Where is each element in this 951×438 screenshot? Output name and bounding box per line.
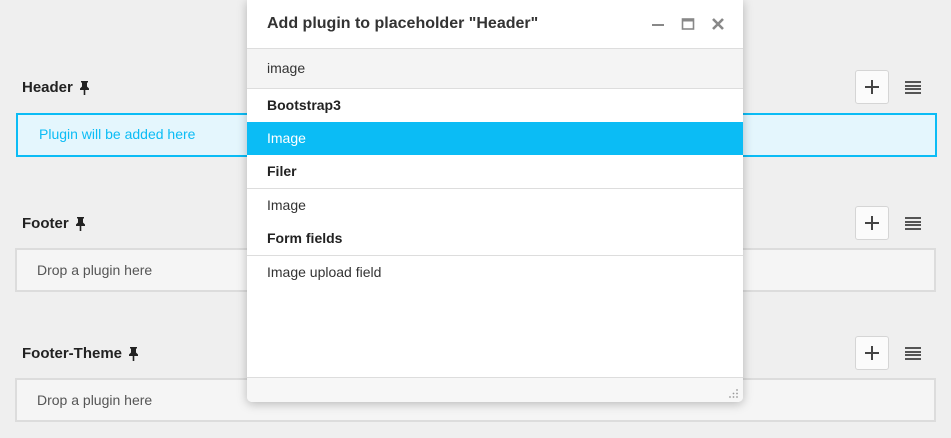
hamburger-menu-icon[interactable]	[905, 81, 921, 94]
plus-icon	[865, 216, 879, 230]
modal-footer	[247, 377, 743, 402]
plugin-item[interactable]: Image upload field	[247, 256, 743, 289]
close-icon[interactable]	[711, 17, 725, 31]
placeholder-title-footer-theme: Footer-Theme	[22, 345, 139, 362]
plugin-group-title: Filer	[267, 163, 297, 179]
plugin-search-input[interactable]	[247, 49, 727, 87]
placeholder-title-label: Header	[22, 79, 73, 96]
add-plugin-button[interactable]	[855, 336, 889, 370]
placeholder-title-label: Footer	[22, 215, 69, 232]
add-plugin-button[interactable]	[855, 206, 889, 240]
plugin-group-title: Form fields	[267, 230, 343, 246]
plus-icon	[865, 80, 879, 94]
resize-grip-icon[interactable]	[727, 387, 739, 399]
placeholder-title-footer: Footer	[22, 215, 86, 232]
add-plugin-button[interactable]	[855, 70, 889, 104]
add-plugin-modal: Add plugin to placeholder "Header" Boots…	[247, 0, 743, 402]
hamburger-menu-icon[interactable]	[905, 347, 921, 360]
pin-icon[interactable]	[75, 216, 86, 231]
pin-icon[interactable]	[128, 346, 139, 361]
maximize-icon[interactable]	[681, 17, 695, 31]
modal-title: Add plugin to placeholder "Header"	[267, 15, 539, 32]
placeholder-title-header: Header	[22, 79, 90, 96]
plugin-group-title: Bootstrap3	[267, 97, 341, 113]
plugin-search-row	[247, 49, 743, 89]
pin-icon[interactable]	[79, 80, 90, 95]
modal-header[interactable]: Add plugin to placeholder "Header"	[247, 0, 743, 49]
plugin-item[interactable]: Image	[247, 189, 743, 222]
minimize-icon[interactable]	[651, 17, 665, 31]
plugin-item[interactable]: Image	[247, 122, 743, 155]
placeholder-title-label: Footer-Theme	[22, 345, 123, 362]
hamburger-menu-icon[interactable]	[905, 217, 921, 230]
plus-icon	[865, 346, 879, 360]
